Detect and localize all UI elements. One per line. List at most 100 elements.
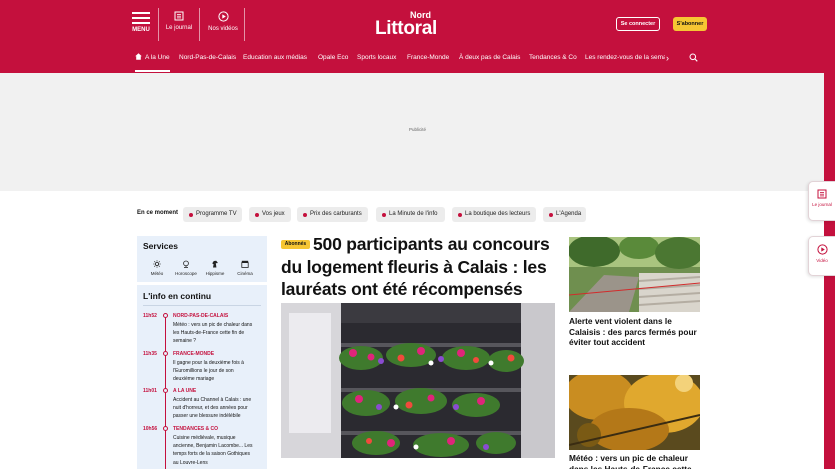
clapperboard-icon [241, 260, 249, 268]
nav-item-rendez-vous[interactable]: Les rendez-vous de la semai [585, 52, 665, 64]
search-icon[interactable] [689, 53, 698, 62]
nav-item-a-deux-pas-de-calais[interactable]: À deux pas de Calais [459, 52, 520, 64]
entry-line: les Hauts-de-France cette fin de [173, 330, 245, 337]
entry-line: ancienne, Benjamin Lacombe... Les [173, 443, 253, 450]
entry-line: Cuisine médiévale, musique [173, 435, 236, 441]
subscriber-badge: Abonnés [281, 240, 310, 249]
chip-minute-info[interactable]: La Minute de l'info [376, 207, 445, 222]
chevron-right-icon[interactable]: › [666, 52, 669, 64]
timeline-dot [163, 351, 168, 356]
subscribe-button[interactable]: S'abonner [673, 17, 707, 31]
service-hippisme[interactable]: Hippisme [202, 260, 228, 276]
entry-category: NORD-PAS-DE-CALAIS [173, 313, 229, 319]
entry-line: Il gagne pour la deuxième fois à [173, 360, 244, 366]
service-label: Cinéma [237, 271, 253, 276]
entry-text: Il gagne pour la deuxième fois à l'Eurom… [173, 359, 261, 384]
home-icon [135, 53, 142, 60]
entry-line: Accident au Channel à Calais : une [173, 397, 252, 403]
entry-line: deuxième mariage [173, 376, 215, 383]
page-edge-band [824, 0, 835, 469]
entry-text: Météo : vers un pic de chaleur dans les … [173, 321, 261, 346]
entry-line: passer une blessure indélébile [173, 413, 241, 420]
side-article-photo[interactable] [569, 375, 700, 450]
entry-line: l'Euromillions le jour de son [173, 368, 234, 375]
entry-line: semaine ? [173, 338, 197, 345]
info-continu-title: L'info en continu [143, 291, 212, 301]
services-panel: Services Météo Horoscope Hippisme Cinéma [137, 236, 267, 282]
entry-line: au Louvre-Lens [173, 459, 208, 466]
autumn-leaves-image [569, 375, 700, 450]
chip-agenda[interactable]: L'Agenda [543, 207, 586, 222]
logo-main-text: Littoral [375, 18, 437, 39]
main-article-title[interactable]: 500 participants au concours du logement… [281, 233, 561, 301]
entry-time: 11h52 [143, 313, 157, 319]
side-tab-video[interactable]: Vidéo [808, 236, 835, 276]
entry-text: Accident au Channel à Calais : une nuit … [173, 396, 261, 421]
entry-time: 10h56 [143, 426, 158, 432]
menu-button[interactable]: MENU [127, 8, 155, 41]
nav-item-tendances-co[interactable]: Tendances & Co [529, 52, 577, 64]
ad-label: Publicité [408, 127, 426, 132]
en-ce-moment-title: En ce moment [137, 210, 179, 216]
entry-time: 11h35 [143, 351, 157, 357]
horse-icon [212, 260, 218, 268]
journal-label: Le journal [165, 25, 193, 31]
side-tab-video-label: Vidéo [816, 258, 828, 263]
videos-label: Nos vidéos [208, 26, 238, 32]
hamburger-icon [132, 12, 150, 24]
entry-category: FRANCE-MONDE [173, 351, 215, 357]
info-continu-panel: L'info en continu 11h52 NORD-PAS-DE-CALA… [137, 285, 267, 469]
entry-category: A LA UNE [173, 388, 197, 394]
side-article-photo[interactable] [569, 237, 700, 312]
service-label: Horoscope [175, 271, 197, 276]
entry-line: temps forts de la saison Gothiques [173, 451, 250, 458]
nav-item-a-la-une[interactable]: A la Une [135, 52, 170, 72]
service-label: Météo [150, 271, 164, 276]
side-article-title[interactable]: Alerte vent violent dans le Calaisis : d… [569, 316, 704, 348]
service-label: Hippisme [205, 271, 225, 276]
service-meteo[interactable]: Météo [144, 260, 170, 276]
entry-time: 11h01 [143, 388, 157, 394]
nav-item-opale-eco[interactable]: Opale Eco [318, 52, 348, 64]
ad-banner [0, 73, 824, 191]
play-icon [217, 11, 229, 22]
side-tab-journal-label: Le journal [812, 202, 832, 207]
newspaper-icon [817, 189, 827, 199]
main-article-photo[interactable] [281, 303, 555, 458]
nav-item-sports-locaux[interactable]: Sports locaux [357, 52, 396, 64]
menu-label: MENU [132, 27, 150, 33]
entry-line: Météo : vers un pic de chaleur dans [173, 322, 253, 328]
chip-vos-jeux[interactable]: Vos jeux [249, 207, 291, 222]
nav-item-nord-pas-de-calais[interactable]: Nord-Pas-de-Calais [179, 52, 236, 64]
timeline-dot [163, 313, 168, 318]
play-icon [816, 244, 828, 255]
park-image [569, 237, 700, 312]
nav-item-france-monde[interactable]: France-Monde [407, 52, 449, 64]
side-tab-journal[interactable]: Le journal [808, 181, 835, 221]
login-button[interactable]: Se connecter [616, 17, 660, 31]
service-cinema[interactable]: Cinéma [232, 260, 258, 276]
videos-link[interactable]: Nos vidéos [205, 8, 241, 41]
chip-prix-carburants[interactable]: Prix des carburants [297, 207, 368, 222]
entry-text: Cuisine médiévale, musique ancienne, Ben… [173, 434, 261, 467]
timeline-line [165, 317, 166, 469]
nav-item-education-medias[interactable]: Education aux médias [243, 52, 307, 64]
header-divider [199, 8, 200, 41]
chip-programme-tv[interactable]: Programme TV [183, 207, 242, 222]
side-article-title[interactable]: Météo : vers un pic de chaleur dans les … [569, 453, 704, 469]
chip-boutique-lecteurs[interactable]: La boutique des lecteurs [452, 207, 536, 222]
site-logo[interactable]: Nord Littoral [370, 10, 445, 39]
entry-line: nuit d'horreur, et des années pour [173, 405, 248, 412]
journal-link[interactable]: Le journal [163, 8, 195, 41]
service-horoscope[interactable]: Horoscope [173, 260, 199, 276]
header-divider [244, 8, 245, 41]
nav-item-label: A la Une [145, 54, 170, 61]
header-divider [158, 8, 159, 41]
services-title: Services [143, 241, 178, 251]
newspaper-icon [174, 11, 184, 21]
divider [143, 305, 261, 306]
entry-category: TENDANCES & CO [173, 426, 219, 432]
sun-icon [153, 260, 161, 268]
flower-balcony-image [281, 303, 555, 458]
timeline-dot [163, 426, 168, 431]
